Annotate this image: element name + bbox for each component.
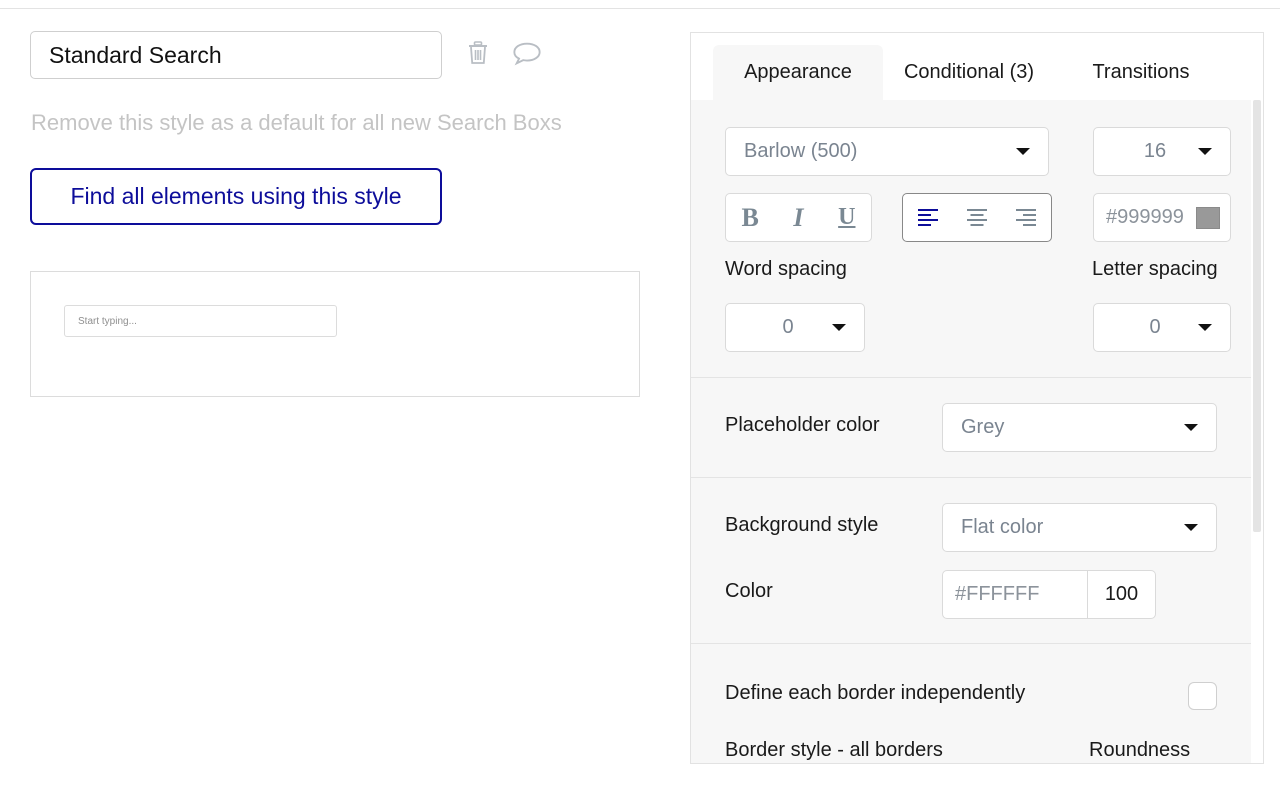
font-size-dropdown[interactable]: 16 xyxy=(1093,127,1231,176)
letter-spacing-label: Letter spacing xyxy=(1092,258,1218,280)
top-divider xyxy=(0,8,1280,9)
remove-default-link[interactable]: Remove this style as a default for all n… xyxy=(31,110,562,136)
chevron-down-icon xyxy=(1198,324,1212,331)
chevron-down-icon xyxy=(1184,524,1198,531)
style-preview xyxy=(30,271,640,397)
chevron-down-icon xyxy=(1016,148,1030,155)
style-name-input[interactable] xyxy=(30,31,442,79)
align-center-icon xyxy=(966,208,987,226)
word-spacing-value: 0 xyxy=(782,316,794,338)
background-style-value: Flat color xyxy=(961,516,1044,538)
underline-button[interactable]: U xyxy=(823,194,871,241)
align-center-button[interactable] xyxy=(952,194,1001,241)
italic-button[interactable]: I xyxy=(774,194,822,241)
appearance-body: Barlow (500) 16 B I U #999999 Word spaci… xyxy=(691,100,1251,763)
word-spacing-label: Word spacing xyxy=(725,258,847,280)
preview-search-input[interactable] xyxy=(64,305,337,337)
font-color-picker[interactable]: #999999 xyxy=(1093,193,1231,242)
placeholder-color-value: Grey xyxy=(961,416,1005,438)
background-style-label: Background style xyxy=(725,514,879,536)
placeholder-color-dropdown[interactable]: Grey xyxy=(942,403,1217,452)
tab-appearance[interactable]: Appearance xyxy=(713,45,883,100)
letter-spacing-value: 0 xyxy=(1149,316,1161,338)
align-right-icon xyxy=(1016,208,1037,226)
font-family-dropdown[interactable]: Barlow (500) xyxy=(725,127,1049,176)
roundness-label: Roundness xyxy=(1089,739,1191,761)
panel-scrollbar[interactable] xyxy=(1251,100,1263,763)
section-divider xyxy=(691,377,1251,378)
align-left-button[interactable] xyxy=(903,194,952,241)
bold-button[interactable]: B xyxy=(726,194,774,241)
background-opacity-input[interactable]: 100 xyxy=(1088,570,1156,619)
background-color-input[interactable]: #FFFFFF xyxy=(942,570,1088,619)
font-family-value: Barlow (500) xyxy=(744,140,858,162)
background-style-dropdown[interactable]: Flat color xyxy=(942,503,1217,552)
font-color-value: #999999 xyxy=(1106,206,1184,228)
tab-transitions[interactable]: Transitions xyxy=(1071,45,1211,100)
trash-icon[interactable] xyxy=(463,36,493,70)
section-divider xyxy=(691,477,1251,478)
placeholder-color-label: Placeholder color xyxy=(725,414,880,436)
word-spacing-dropdown[interactable]: 0 xyxy=(725,303,865,352)
find-elements-button[interactable]: Find all elements using this style xyxy=(30,168,442,225)
font-size-value: 16 xyxy=(1143,140,1167,162)
letter-spacing-dropdown[interactable]: 0 xyxy=(1093,303,1231,352)
style-editor-panel: Appearance Conditional (3) Transitions B… xyxy=(690,32,1264,764)
chevron-down-icon xyxy=(1198,148,1212,155)
align-left-icon xyxy=(917,208,938,226)
tab-bar: Appearance Conditional (3) Transitions xyxy=(691,33,1263,100)
color-label: Color xyxy=(725,580,773,602)
border-style-label: Border style - all borders xyxy=(725,739,943,761)
border-independent-label: Define each border independently xyxy=(725,682,1026,704)
text-align-group xyxy=(902,193,1052,242)
border-independent-checkbox[interactable] xyxy=(1188,682,1217,710)
section-divider xyxy=(691,643,1251,644)
chevron-down-icon xyxy=(832,324,846,331)
font-color-swatch[interactable] xyxy=(1196,206,1220,229)
chevron-down-icon xyxy=(1184,424,1198,431)
text-format-group: B I U xyxy=(725,193,872,242)
align-right-button[interactable] xyxy=(1002,194,1051,241)
tab-conditional[interactable]: Conditional (3) xyxy=(891,45,1047,100)
scroll-thumb[interactable] xyxy=(1253,100,1261,532)
comment-icon[interactable] xyxy=(512,36,542,70)
